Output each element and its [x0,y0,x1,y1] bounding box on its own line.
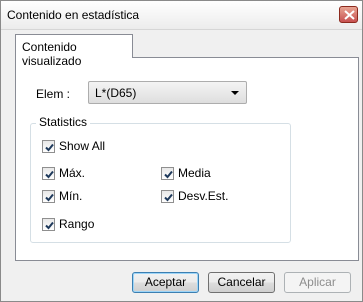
checkbox-box [161,190,174,203]
ok-button[interactable]: Aceptar [132,272,199,293]
window-title: Contenido en estadística [7,8,140,22]
statistics-legend: Statistics [36,115,91,129]
checkmark-icon [45,193,54,202]
title-bar: Contenido en estadística [1,1,362,30]
min-label: Mín. [59,189,83,203]
checkbox-box [42,167,55,180]
apply-button[interactable]: Aplicar [284,272,351,293]
tab-label: Contenido visualizado [22,40,82,68]
tab-contenido-visualizado[interactable]: Contenido visualizado [15,34,133,68]
elem-select[interactable]: L*(D65) [88,81,247,104]
close-icon [344,10,355,20]
show-all-label: Show All [59,139,106,153]
checkmark-icon [45,143,54,152]
checkbox-box [42,140,55,153]
checkmark-icon [164,193,173,202]
rango-label: Rango [59,217,95,231]
cancel-button[interactable]: Cancelar [208,272,275,293]
elem-select-value: L*(D65) [95,86,137,100]
checkmark-icon [45,170,54,179]
media-label: Media [178,166,211,180]
checkbox-box [161,167,174,180]
checkmark-icon [45,221,54,230]
checkmark-icon [164,170,173,179]
checkbox-box [42,218,55,231]
desv-est-label: Desv.Est. [178,189,229,203]
dialog-window: Contenido en estadística Contenido visua… [0,0,363,302]
max-label: Máx. [59,166,86,180]
checkbox-box [42,190,55,203]
close-button[interactable] [339,6,358,23]
elem-label: Elem : [36,87,71,101]
dropdown-arrow-icon [231,91,239,95]
